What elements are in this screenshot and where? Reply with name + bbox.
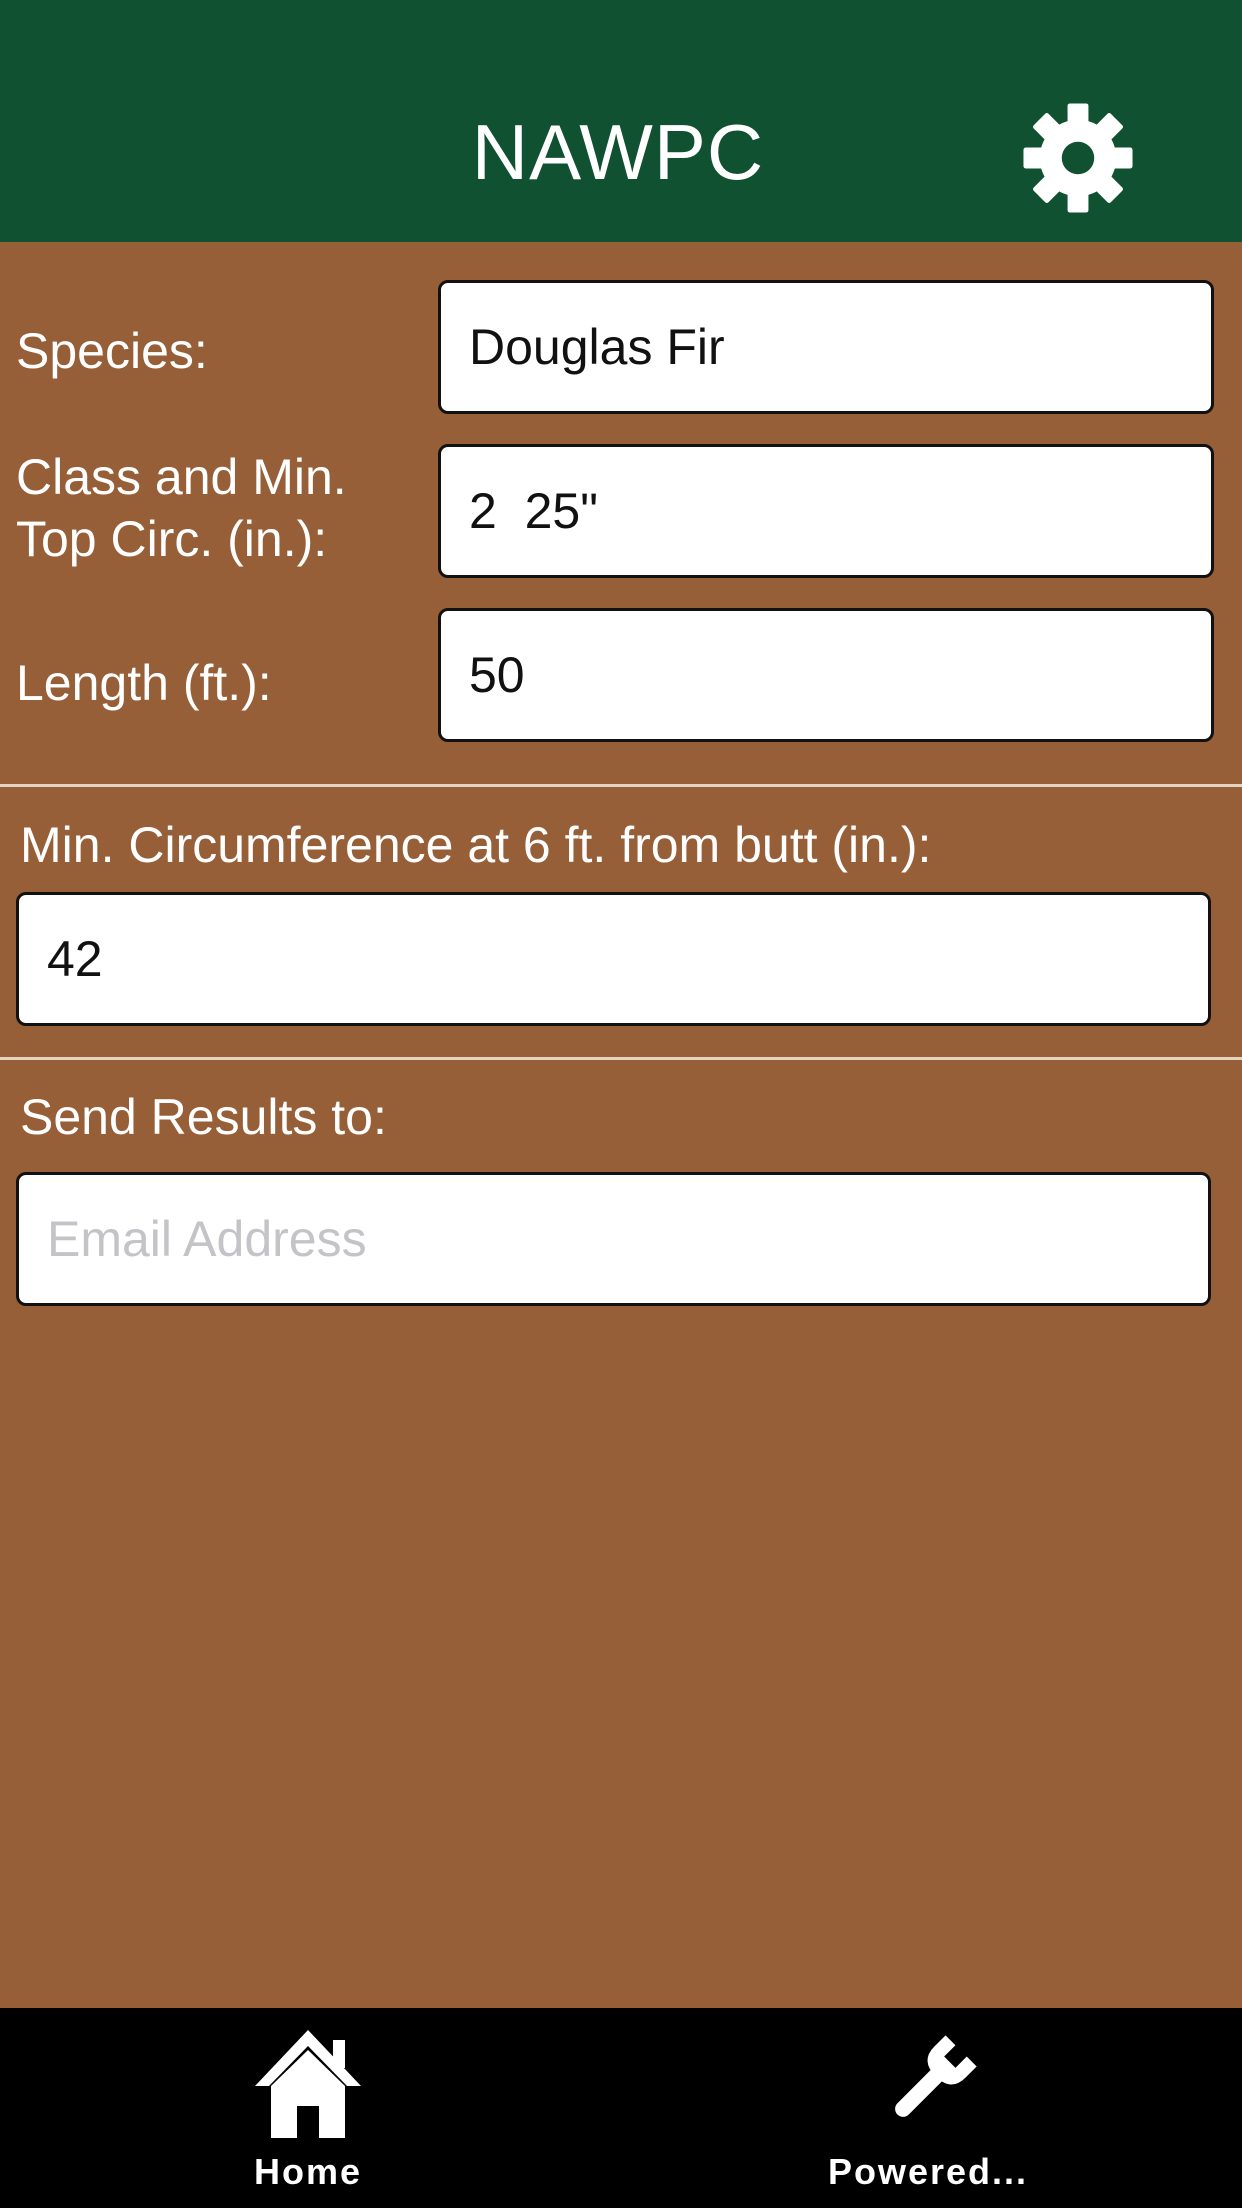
divider [0, 1057, 1242, 1060]
tab-home-label: Home [253, 2151, 363, 2192]
length-field[interactable] [438, 608, 1214, 742]
main-content: Species: Class and Min. Top Circ. (in.):… [0, 242, 1242, 2008]
min-circumference-field[interactable] [16, 892, 1211, 1026]
species-label: Species: [16, 323, 208, 379]
home-icon [255, 2030, 361, 2138]
length-label: Length (ft.): [16, 655, 272, 711]
tab-home[interactable]: Home [188, 2008, 428, 2208]
tab-powered-label: Powered... [827, 2151, 1029, 2192]
app-header: NAWPC [0, 0, 1242, 242]
class-label-line2: Top Circ. (in.): [16, 511, 328, 567]
email-field[interactable] [16, 1172, 1211, 1306]
class-field[interactable] [438, 444, 1214, 578]
divider [0, 784, 1242, 787]
species-field[interactable] [438, 280, 1214, 414]
min-circumference-label: Min. Circumference at 6 ft. from butt (i… [20, 817, 932, 873]
tab-powered[interactable]: Powered... [808, 2008, 1048, 2208]
tab-bar: Home Powered... [0, 2008, 1242, 2208]
send-results-label: Send Results to: [20, 1089, 387, 1145]
gear-icon[interactable] [1020, 100, 1136, 216]
wrench-icon [895, 2035, 977, 2117]
class-label: Class and Min. Top Circ. (in.): [16, 446, 347, 570]
class-label-line1: Class and Min. [16, 449, 347, 505]
